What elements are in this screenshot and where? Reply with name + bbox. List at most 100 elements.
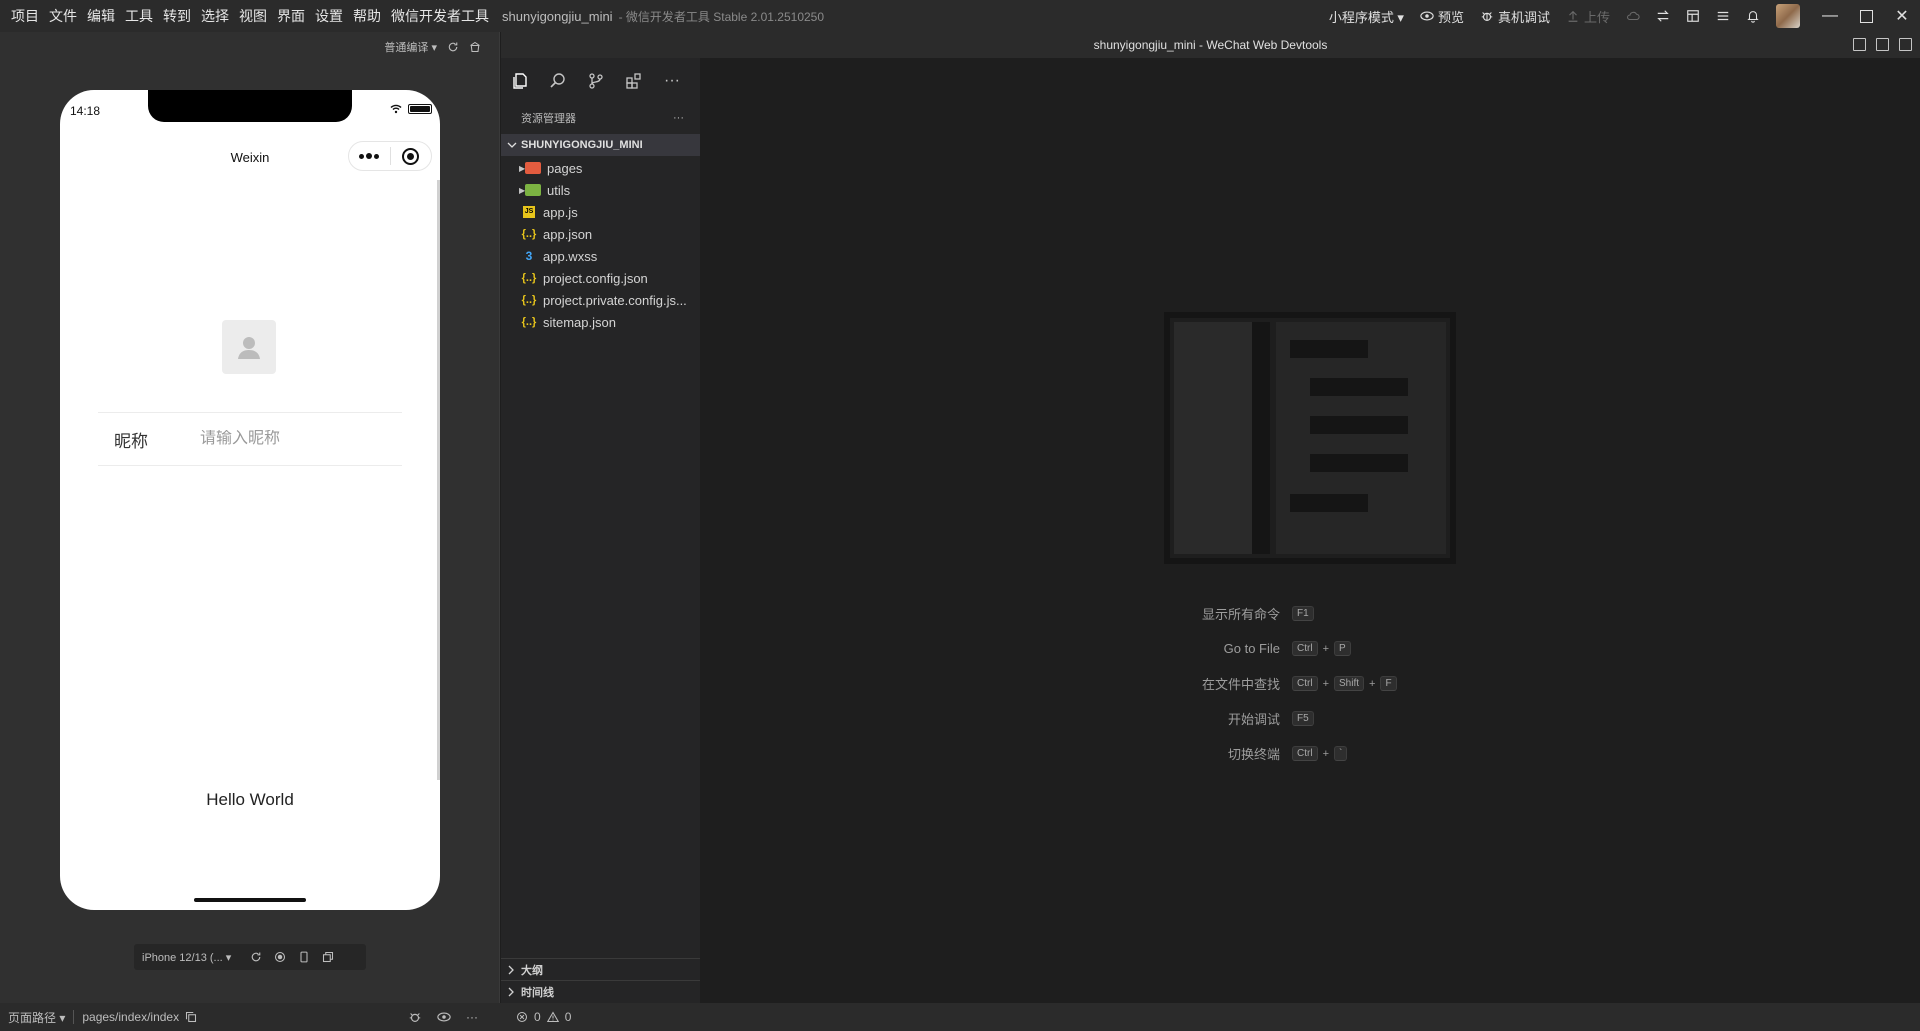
shortcut-keys: Ctrl + ` xyxy=(1292,746,1348,761)
device-icon[interactable] xyxy=(298,951,310,963)
key-cap: Shift xyxy=(1334,676,1365,691)
tree-file[interactable]: {..} sitemap.json xyxy=(501,311,700,333)
tree-file[interactable]: JS app.js xyxy=(501,201,700,223)
toggle-sidebar-icon[interactable] xyxy=(1853,38,1866,51)
nickname-row: 昵称 xyxy=(98,412,402,466)
hamburger-icon xyxy=(1717,11,1729,21)
real-debug-label: 真机调试 xyxy=(1497,9,1550,25)
rotate-icon[interactable] xyxy=(250,951,262,963)
phone-frame: 14:18 Weixin 昵称 Hello World xyxy=(60,90,440,910)
key-cap: P xyxy=(1334,641,1351,656)
more-icon[interactable]: ··· xyxy=(466,1010,478,1024)
upload-button[interactable]: 上传 xyxy=(1558,0,1618,32)
eye-icon xyxy=(1420,11,1434,21)
menu-item[interactable]: 界面 xyxy=(272,0,310,32)
tree-file[interactable]: 3 app.wxss xyxy=(501,245,700,267)
caret-right-icon[interactable]: ▶ xyxy=(501,164,525,173)
menu-item[interactable]: 编辑 xyxy=(82,0,120,32)
project-root-row[interactable]: SHUNYIGONGJIU_MINI xyxy=(501,134,700,156)
more-menu-button[interactable] xyxy=(1708,0,1738,32)
shortcut-label: 切换终端 xyxy=(1227,747,1280,762)
capsule-more-button[interactable] xyxy=(349,153,390,159)
menu-item[interactable]: 工具 xyxy=(120,0,158,32)
shortcut-label: 开始调试 xyxy=(1227,712,1280,727)
simulator-status-icons: ··· xyxy=(408,1010,478,1024)
device-dropdown[interactable]: iPhone 12/13 (... ▾ xyxy=(142,951,238,964)
shortcut-row: 显示所有命令 F1 xyxy=(1100,596,1500,631)
files-icon[interactable] xyxy=(511,72,529,90)
tree-item-label: project.private.config.js... xyxy=(543,292,687,308)
record-icon[interactable] xyxy=(274,951,286,963)
notification-button[interactable] xyxy=(1738,0,1768,32)
warning-icon xyxy=(546,1011,559,1023)
shortcut-row: 切换终端 Ctrl + ` xyxy=(1100,736,1500,771)
page-path-dropdown[interactable]: 页面路径 ▾ xyxy=(0,1009,65,1026)
key-cap: Ctrl xyxy=(1292,746,1318,761)
explorer-header: 资源管理器 ··· xyxy=(501,104,700,132)
layout-button[interactable] xyxy=(1678,0,1708,32)
extensions-icon[interactable] xyxy=(625,72,643,90)
scrollbar[interactable] xyxy=(437,180,440,780)
menu-item[interactable]: 项目 xyxy=(6,0,44,32)
user-avatar[interactable] xyxy=(1776,4,1800,28)
eye-icon[interactable] xyxy=(436,1010,452,1024)
tree-item-label: project.config.json xyxy=(543,270,648,286)
clear-cache-icon[interactable] xyxy=(469,41,481,53)
copy-icon[interactable] xyxy=(185,1011,197,1023)
real-debug-button[interactable]: 真机调试 xyxy=(1472,0,1558,32)
menu-item[interactable]: 文件 xyxy=(44,0,82,32)
menu-item[interactable]: 帮助 xyxy=(348,0,386,32)
close-button[interactable]: ✕ xyxy=(1884,0,1920,32)
menu-item[interactable]: 视图 xyxy=(234,0,272,32)
tree-file[interactable]: {..} app.json xyxy=(501,223,700,245)
js-file-icon: JS xyxy=(521,205,537,219)
minimize-button[interactable]: — xyxy=(1812,0,1848,32)
menu-item[interactable]: 微信开发者工具 xyxy=(386,0,494,32)
simulator-toolbar: 普通编译 ▾ xyxy=(0,32,499,62)
tree-item-label: app.json xyxy=(543,226,593,242)
search-icon[interactable] xyxy=(549,72,567,90)
tree-item-label: utils xyxy=(547,182,571,198)
maximize-button[interactable] xyxy=(1848,0,1884,32)
outline-label: 大纲 xyxy=(521,964,543,977)
mode-label: 小程序模式 ▾ xyxy=(1328,9,1404,25)
device-toolbar: iPhone 12/13 (... ▾ xyxy=(134,944,366,970)
json-file-icon: {..} xyxy=(521,294,537,306)
nickname-input[interactable] xyxy=(200,430,380,448)
outline-section[interactable]: 大纲 xyxy=(501,958,700,980)
source-control-icon[interactable] xyxy=(587,72,605,90)
capsule-close-button[interactable] xyxy=(390,147,431,165)
activity-bar: ··· xyxy=(501,58,700,104)
caret-right-icon[interactable]: ▶ xyxy=(501,186,525,195)
swap-button[interactable] xyxy=(1648,0,1678,32)
tree-folder[interactable]: ▶ utils xyxy=(501,179,700,201)
window-project-title: shunyigongjiu_mini xyxy=(502,8,613,24)
menu-item[interactable]: 设置 xyxy=(310,0,348,32)
welcome-logo xyxy=(1164,312,1456,567)
avatar-placeholder[interactable] xyxy=(222,320,276,374)
timeline-section[interactable]: 时间线 xyxy=(501,980,700,1002)
cloud-button[interactable] xyxy=(1618,0,1648,32)
bug-icon xyxy=(1481,12,1493,21)
shortcut-label: 在文件中查找 xyxy=(1201,677,1280,692)
menu-item[interactable]: 选择 xyxy=(196,0,234,32)
debug-bug-icon[interactable] xyxy=(408,1010,422,1024)
explorer-more-icon[interactable]: ··· xyxy=(673,112,684,124)
menu-item[interactable]: 转到 xyxy=(158,0,196,32)
preview-label: 预览 xyxy=(1437,9,1464,25)
popout-icon[interactable] xyxy=(322,951,334,963)
folder-icon xyxy=(525,183,541,197)
mode-dropdown[interactable]: 小程序模式 ▾ xyxy=(1321,0,1412,32)
refresh-icon[interactable] xyxy=(447,41,459,53)
key-cap: Ctrl xyxy=(1292,641,1318,656)
problems-indicator[interactable]: 0 0 xyxy=(516,1010,571,1024)
toggle-panel-icon[interactable] xyxy=(1876,38,1889,51)
tree-file[interactable]: {..} project.private.config.js... xyxy=(501,289,700,311)
tree-folder[interactable]: ▶ pages xyxy=(501,157,700,179)
toolbar-right: 小程序模式 ▾ 预览 真机调试 上传 — ✕ xyxy=(1321,0,1920,32)
more-views-icon[interactable]: ··· xyxy=(663,72,681,90)
compile-mode-dropdown[interactable]: 普通编译 ▾ xyxy=(384,39,437,55)
toggle-right-panel-icon[interactable] xyxy=(1899,38,1912,51)
tree-file[interactable]: {..} project.config.json xyxy=(501,267,700,289)
preview-button[interactable]: 预览 xyxy=(1412,0,1472,32)
